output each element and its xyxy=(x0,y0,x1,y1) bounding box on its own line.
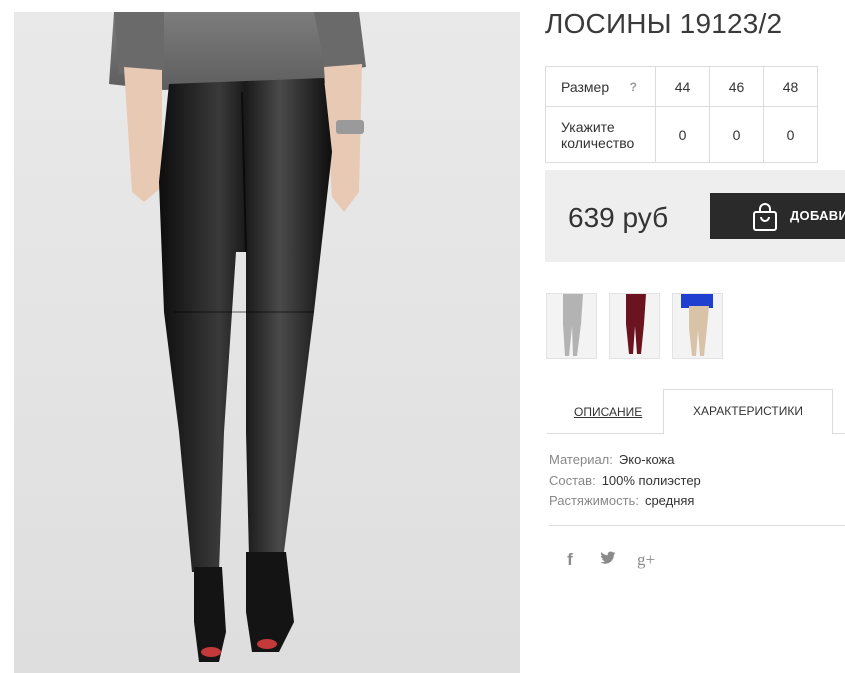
spec-composition: Состав: 100% полиэстер xyxy=(549,473,701,494)
facebook-icon[interactable]: f xyxy=(560,550,580,570)
size-48: 48 xyxy=(763,66,818,107)
tab-divider xyxy=(547,433,663,434)
product-price: 639 руб xyxy=(568,202,669,233)
size-label: Размер xyxy=(561,78,610,95)
spec-value: Эко-кожа xyxy=(618,452,675,467)
quantity-input-46[interactable]: 0 xyxy=(709,106,764,163)
shopping-bag-icon xyxy=(752,203,778,234)
product-tabs: ОПИСАНИЕ ХАРАКТЕРИСТИКИ xyxy=(547,389,845,434)
spec-key: Состав: xyxy=(549,472,596,488)
quantity-row: Укажите количество 0 0 0 xyxy=(545,106,818,163)
spec-key: Материал: xyxy=(549,452,613,467)
quantity-label-line1: Укажите xyxy=(561,118,615,135)
size-row: Размер ? 44 46 48 xyxy=(545,66,818,107)
size-help-icon[interactable]: ? xyxy=(630,80,637,94)
twitter-icon[interactable] xyxy=(598,551,618,570)
spec-stretch: Растяжимость: средняя xyxy=(549,493,701,514)
spec-value: средняя xyxy=(644,493,695,508)
thumbnail-burgundy-leggings[interactable] xyxy=(609,293,660,359)
product-title: ЛОСИНЫ 19123/2 xyxy=(545,8,783,39)
section-divider xyxy=(549,525,845,526)
thumbnail-gallery xyxy=(546,293,723,359)
tab-divider xyxy=(833,433,845,434)
social-share: f g+ xyxy=(560,550,656,570)
spec-value: 100% полиэстер xyxy=(601,472,701,488)
quantity-label-cell: Укажите количество xyxy=(545,106,656,163)
google-plus-icon[interactable]: g+ xyxy=(636,550,656,570)
size-44: 44 xyxy=(655,66,710,107)
quantity-input-48[interactable]: 0 xyxy=(763,106,818,163)
product-photo[interactable] xyxy=(14,12,520,673)
thumbnail-silver-leggings[interactable] xyxy=(546,293,597,359)
spec-key: Растяжимость: xyxy=(549,493,639,508)
add-to-cart-button[interactable]: ДОБАВИТЬ В КОРЗИНУ xyxy=(710,193,845,239)
spec-material: Материал: Эко-кожа xyxy=(549,452,701,473)
tab-description[interactable]: ОПИСАНИЕ xyxy=(574,405,642,419)
thumbnail-beige-leggings[interactable] xyxy=(672,293,723,359)
price-box: 639 руб ДОБАВИТЬ В КОРЗИНУ xyxy=(545,170,845,262)
quantity-input-44[interactable]: 0 xyxy=(655,106,710,163)
size-46: 46 xyxy=(709,66,764,107)
leggings-photo-illustration xyxy=(109,12,366,662)
tab-characteristics[interactable]: ХАРАКТЕРИСТИКИ xyxy=(663,389,833,434)
characteristics-list: Материал: Эко-кожа Состав: 100% полиэстер … xyxy=(549,452,701,514)
size-label-cell: Размер ? xyxy=(545,66,656,107)
size-quantity-table: Размер ? 44 46 48 Укажите количество 0 0… xyxy=(545,66,818,163)
quantity-label-line2: количество xyxy=(561,134,635,151)
add-to-cart-label: ДОБАВИТЬ В КОРЗИНУ xyxy=(790,208,845,223)
